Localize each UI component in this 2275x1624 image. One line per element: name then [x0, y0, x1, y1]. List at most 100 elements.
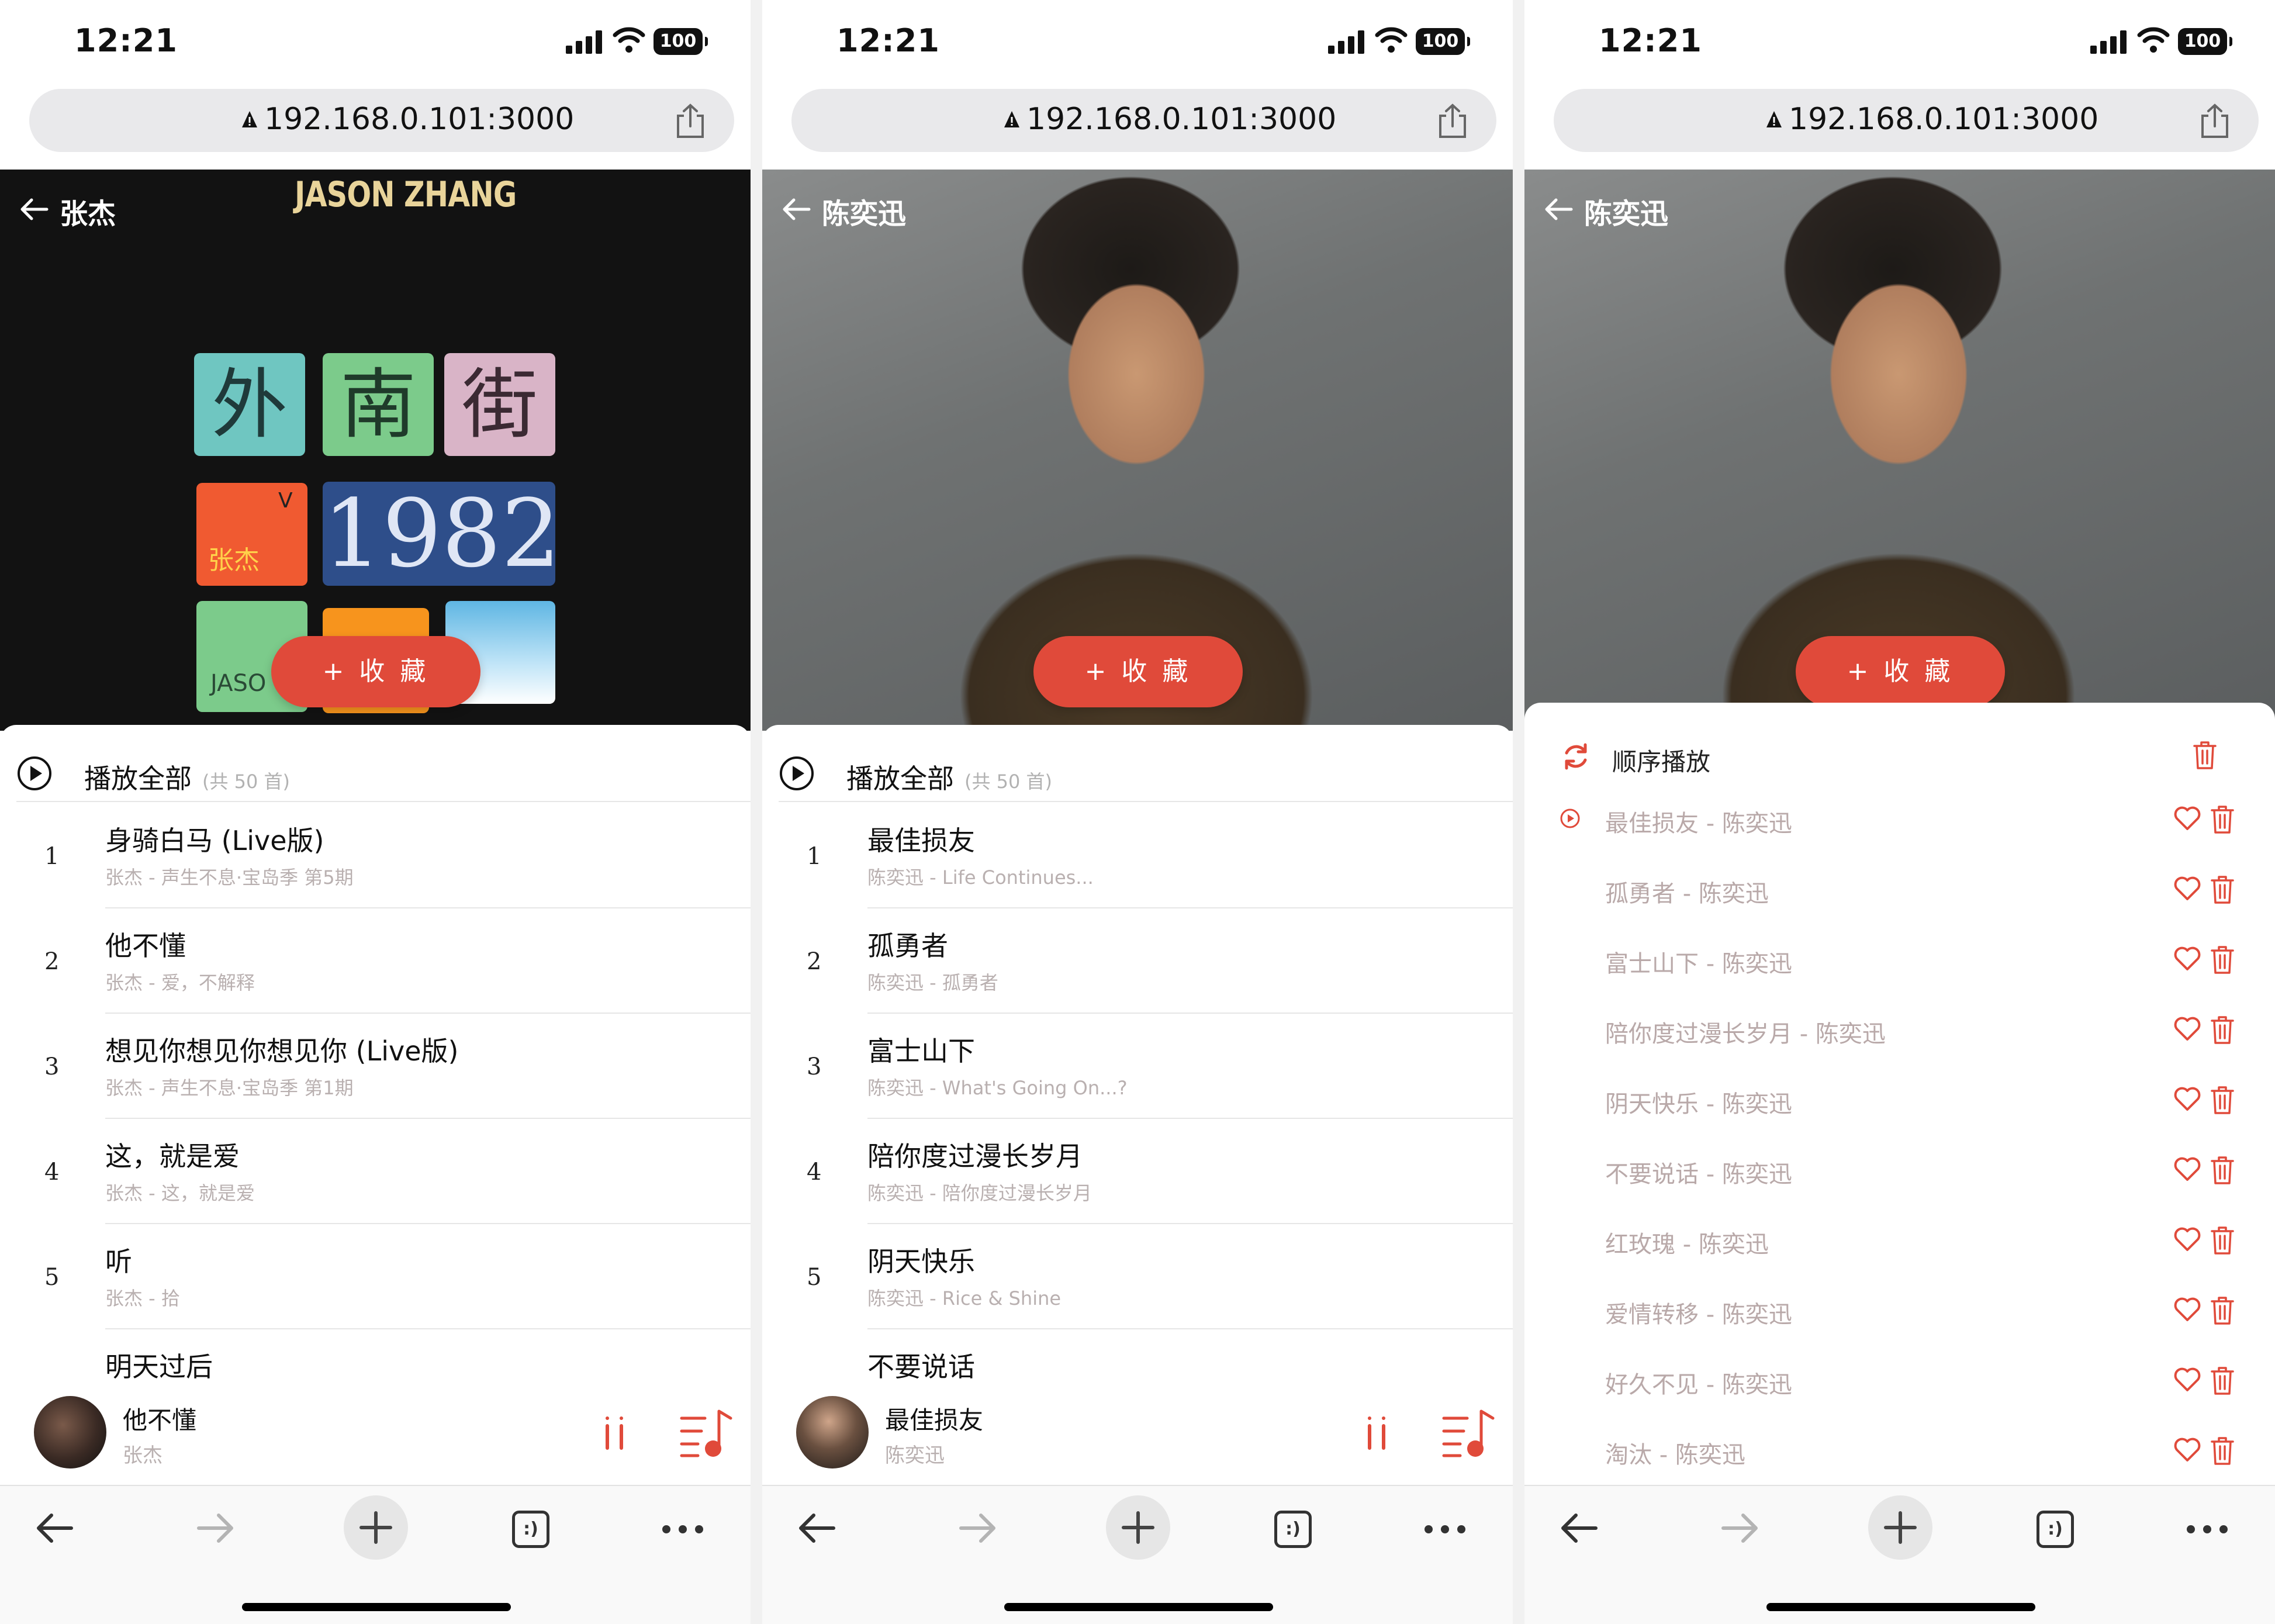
more-icon[interactable] [2185, 1523, 2229, 1535]
phone-screen-eason-queue: 12:21 100 192.168.0.101:3000 陈奕迅 + 收 藏 顺… [1524, 0, 2275, 1624]
list-item[interactable]: 4 这，就是爱 张杰 - 这，就是爱 [16, 1120, 751, 1224]
play-all-row[interactable]: 播放全部 (共 50 首) [779, 742, 1513, 802]
new-tab-button[interactable] [344, 1495, 408, 1560]
artist-title: 陈奕迅 [822, 198, 907, 230]
play-mode-label[interactable]: 顺序播放 [1612, 742, 1710, 778]
playlist-icon[interactable] [1440, 1405, 1496, 1461]
now-playing-bar[interactable]: 最佳损友 陈奕迅 [762, 1383, 1513, 1483]
queue-item-title: 不要说话 - 陈奕迅 [1605, 1161, 1792, 1188]
list-item[interactable]: 1 最佳损友 陈奕迅 - Life Continues... [779, 804, 1513, 908]
forward-arrow-icon[interactable] [1720, 1511, 1761, 1546]
trash-icon[interactable] [2210, 1085, 2235, 1115]
repeat-icon[interactable] [1560, 740, 1592, 773]
battery-icon: 100 [654, 28, 708, 55]
favorite-button[interactable]: + 收 藏 [271, 636, 480, 707]
tabs-button[interactable]: :) [1274, 1511, 1312, 1548]
playlist-icon[interactable] [678, 1405, 734, 1461]
more-icon[interactable] [1423, 1523, 1467, 1535]
heart-icon[interactable] [2173, 1226, 2201, 1252]
trash-icon[interactable] [2210, 804, 2235, 835]
list-item[interactable]: 5 听 张杰 - 拾 [16, 1225, 751, 1329]
pause-icon[interactable] [604, 1416, 625, 1451]
new-tab-button[interactable] [1106, 1495, 1170, 1560]
queue-item[interactable]: 最佳损友 - 陈奕迅 [1560, 785, 2249, 855]
trash-icon[interactable] [2210, 945, 2235, 975]
list-item[interactable]: 3 想见你想见你想见你 (Live版) 张杰 - 声生不息·宝岛季 第1期 [16, 1015, 751, 1119]
address-bar[interactable]: 192.168.0.101:3000 [1554, 89, 2259, 152]
divider [867, 1013, 1513, 1014]
pause-icon[interactable] [1367, 1416, 1388, 1451]
list-item[interactable]: 2 孤勇者 陈奕迅 - 孤勇者 [779, 910, 1513, 1014]
play-all-row[interactable]: 播放全部 (共 50 首) [16, 742, 751, 802]
trash-icon[interactable] [2210, 1436, 2235, 1466]
queue-item[interactable]: 阴天快乐 - 陈奕迅 [1560, 1065, 2249, 1135]
status-bar: 12:21 100 [1524, 0, 2275, 85]
queue-item[interactable]: 爱情转移 - 陈奕迅 [1560, 1276, 2249, 1346]
forward-arrow-icon[interactable] [957, 1511, 998, 1546]
divider [751, 0, 762, 1624]
cube-tile-mark: V [278, 489, 293, 513]
back-arrow-icon [783, 198, 811, 220]
address-bar[interactable]: 192.168.0.101:3000 [29, 89, 734, 152]
share-icon[interactable] [2198, 103, 2232, 139]
share-icon[interactable] [1436, 103, 1470, 139]
queue-item[interactable]: 红玫瑰 - 陈奕迅 [1560, 1205, 2249, 1276]
list-item[interactable]: 3 富士山下 陈奕迅 - What's Going On...? [779, 1015, 1513, 1119]
list-item[interactable]: 4 陪你度过漫长岁月 陈奕迅 - 陪你度过漫长岁月 [779, 1120, 1513, 1224]
trash-icon[interactable] [2210, 875, 2235, 905]
trash-icon[interactable] [2210, 1295, 2235, 1326]
back-arrow-icon [1545, 198, 1573, 220]
queue-item[interactable]: 孤勇者 - 陈奕迅 [1560, 855, 2249, 925]
favorite-button[interactable]: + 收 藏 [1033, 636, 1243, 707]
list-item[interactable]: 2 他不懂 张杰 - 爱，不解释 [16, 910, 751, 1014]
queue-item[interactable]: 富士山下 - 陈奕迅 [1560, 925, 2249, 995]
address-bar[interactable]: 192.168.0.101:3000 [791, 89, 1496, 152]
trash-icon[interactable] [2210, 1225, 2235, 1256]
phone-screen-eason-list: 12:21 100 192.168.0.101:3000 陈奕迅 + 收 藏 播… [762, 0, 1513, 1624]
trash-icon[interactable] [2210, 1366, 2235, 1396]
plus-icon [1884, 1511, 1917, 1544]
trash-icon[interactable] [2210, 1155, 2235, 1186]
queue-item[interactable]: 不要说话 - 陈奕迅 [1560, 1135, 2249, 1205]
tabs-button[interactable]: :) [512, 1511, 549, 1548]
now-playing-artist: 陈奕迅 [885, 1444, 945, 1467]
heart-icon[interactable] [2173, 1297, 2201, 1322]
back-arrow-icon[interactable] [1558, 1511, 1599, 1546]
tabs-button[interactable]: :) [2037, 1511, 2074, 1548]
track-number: 1 [807, 843, 822, 870]
queue-item[interactable]: 陪你度过漫长岁月 - 陈奕迅 [1560, 995, 2249, 1065]
back-arrow-icon[interactable] [34, 1511, 75, 1546]
heart-icon[interactable] [2173, 1367, 2201, 1393]
heart-icon[interactable] [2173, 1016, 2201, 1042]
list-item[interactable]: 5 阴天快乐 陈奕迅 - Rice & Shine [779, 1225, 1513, 1329]
heart-icon[interactable] [2173, 806, 2201, 831]
trash-icon[interactable] [2192, 740, 2218, 770]
back-arrow-icon[interactable] [796, 1511, 837, 1546]
cube-tile: 1982 [323, 482, 555, 586]
more-icon[interactable] [661, 1523, 705, 1535]
heart-icon[interactable] [2173, 1156, 2201, 1182]
new-tab-button[interactable] [1868, 1495, 1932, 1560]
heart-icon[interactable] [2173, 1437, 2201, 1463]
list-item[interactable]: 1 身骑白马 (Live版) 张杰 - 声生不息·宝岛季 第5期 [16, 804, 751, 908]
now-playing-cover[interactable] [34, 1396, 106, 1468]
song-subtitle: 陈奕迅 - What's Going On...? [867, 1077, 1128, 1099]
trash-icon[interactable] [2210, 1015, 2235, 1045]
favorite-button[interactable]: + 收 藏 [1796, 636, 2005, 707]
queue-item[interactable]: 淘汰 - 陈奕迅 [1560, 1416, 2249, 1486]
plus-icon [1122, 1511, 1154, 1544]
now-playing-cover[interactable] [796, 1396, 869, 1468]
heart-icon[interactable] [2173, 946, 2201, 972]
now-playing-bar[interactable]: 他不懂 张杰 [0, 1383, 751, 1483]
track-number: 3 [807, 1053, 822, 1080]
forward-arrow-icon[interactable] [195, 1511, 236, 1546]
queue-item[interactable]: 好久不见 - 陈奕迅 [1560, 1346, 2249, 1416]
plus-icon [359, 1511, 392, 1544]
play-queue-sheet: 顺序播放 最佳损友 - 陈奕迅 孤勇者 - 陈奕迅 富士山下 - 陈奕迅 陪你度… [1524, 703, 2275, 1485]
track-number: 1 [44, 843, 60, 870]
heart-icon[interactable] [2173, 1086, 2201, 1112]
heart-icon[interactable] [2173, 876, 2201, 901]
browser-toolbar: :) [762, 1485, 1513, 1624]
song-subtitle: 陈奕迅 - Rice & Shine [867, 1287, 1062, 1309]
share-icon[interactable] [673, 103, 707, 139]
